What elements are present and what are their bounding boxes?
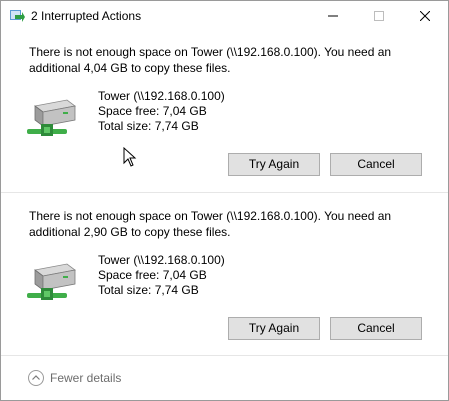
maximize-icon xyxy=(374,11,384,21)
cancel-button[interactable]: Cancel xyxy=(330,153,422,176)
close-icon xyxy=(420,11,430,21)
error-message: There is not enough space on Tower (\\19… xyxy=(29,209,392,239)
minimize-icon xyxy=(328,15,338,17)
maximize-button[interactable] xyxy=(356,1,402,31)
cancel-button[interactable]: Cancel xyxy=(330,317,422,340)
interrupted-action-1: There is not enough space on Tower (\\19… xyxy=(1,38,448,188)
drive-info: Tower (\\192.168.0.100) Space free: 7,04… xyxy=(98,253,225,298)
mouse-pointer-icon xyxy=(123,147,137,167)
try-again-button[interactable]: Try Again xyxy=(228,317,320,340)
fewer-details-label: Fewer details xyxy=(50,371,122,385)
fewer-details-toggle[interactable]: Fewer details xyxy=(28,370,121,386)
title-bar[interactable]: 2 Interrupted Actions xyxy=(1,1,448,31)
minimize-button[interactable] xyxy=(310,1,356,31)
drive-info: Tower (\\192.168.0.100) Space free: 7,04… xyxy=(98,89,225,134)
space-free: Space free: 7,04 GB xyxy=(98,268,207,282)
total-size: Total size: 7,74 GB xyxy=(98,283,199,297)
total-size: Total size: 7,74 GB xyxy=(98,119,199,133)
network-drive-icon xyxy=(27,263,76,300)
window-title: 2 Interrupted Actions xyxy=(31,9,142,23)
details-footer: Fewer details xyxy=(1,355,448,400)
try-again-button[interactable]: Try Again xyxy=(228,153,320,176)
copy-arrow-icon xyxy=(10,10,25,22)
chevron-up-circle-icon xyxy=(28,370,44,386)
error-message: There is not enough space on Tower (\\19… xyxy=(29,45,392,75)
section-divider xyxy=(1,192,448,193)
interrupted-action-2: There is not enough space on Tower (\\19… xyxy=(1,202,448,352)
drive-name: Tower (\\192.168.0.100) xyxy=(98,253,225,267)
close-button[interactable] xyxy=(402,1,448,31)
interrupted-actions-window: 2 Interrupted Actions There is not enoug… xyxy=(0,0,449,401)
space-free: Space free: 7,04 GB xyxy=(98,104,207,118)
drive-name: Tower (\\192.168.0.100) xyxy=(98,89,225,103)
network-drive-icon xyxy=(27,99,76,136)
